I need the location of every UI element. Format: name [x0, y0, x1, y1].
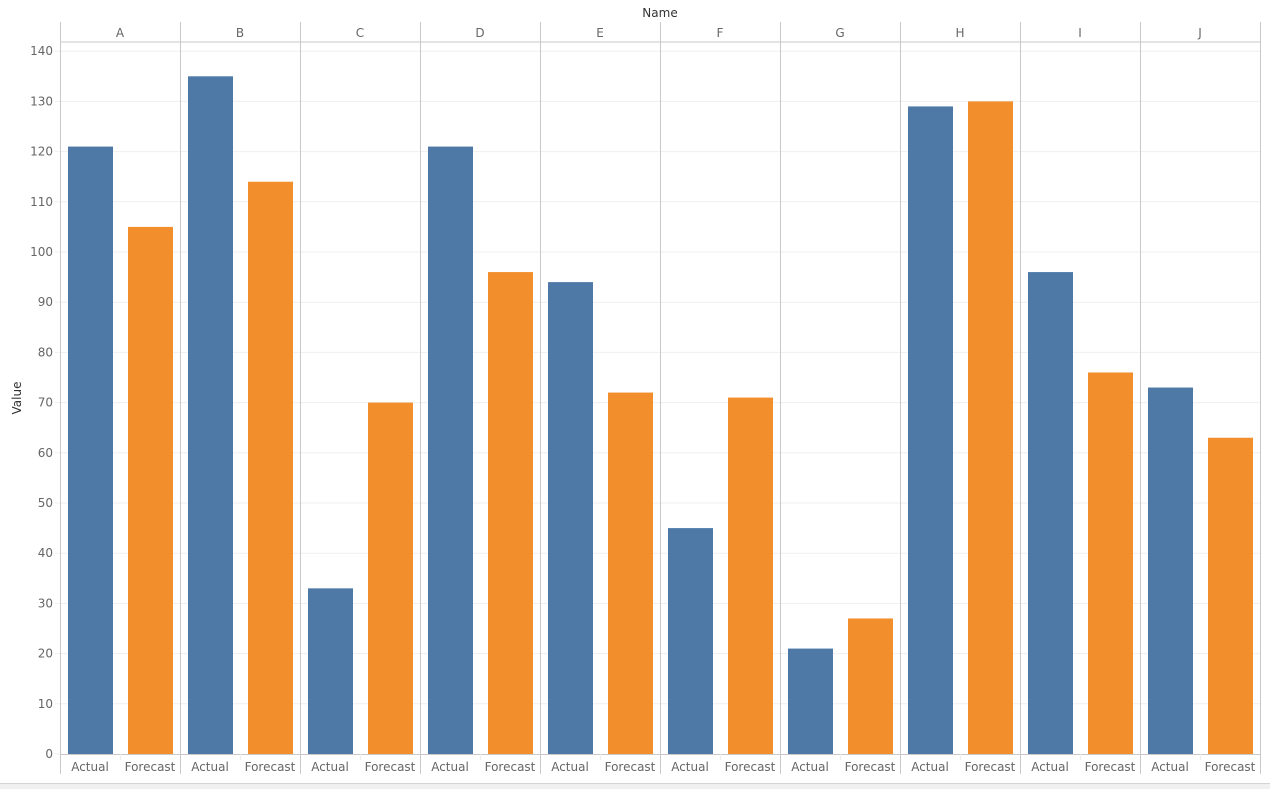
bar-j-forecast — [1208, 437, 1253, 754]
column-header-title: Name — [642, 6, 677, 20]
y-tick-label: 140 — [30, 44, 53, 58]
x-tick-label: Forecast — [1085, 760, 1136, 774]
x-tick-label: Forecast — [485, 760, 536, 774]
column-header-g: G — [835, 26, 844, 40]
bar-f-actual — [668, 528, 713, 754]
column-header-j: J — [1197, 26, 1202, 40]
x-tick-label: Actual — [431, 760, 469, 774]
bar-e-forecast — [608, 392, 653, 754]
chart-root: Name Value 0 10 20 30 40 50 60 70 80 90 100 110 120 1… — [0, 0, 1270, 789]
x-tick-label: Actual — [791, 760, 829, 774]
y-tick-label: 20 — [38, 647, 53, 661]
column-header-i: I — [1078, 26, 1082, 40]
bar-d-actual — [428, 146, 473, 754]
y-tick-label: 110 — [30, 195, 53, 209]
y-axis-ticks: 0 10 20 30 40 50 60 70 80 90 100 110 120 130 140 — [30, 44, 60, 761]
y-tick-label: 100 — [30, 245, 53, 259]
scrollbar-track — [0, 783, 1270, 789]
bar-chart: Name Value 0 10 20 30 40 50 60 70 80 90 100 110 120 1… — [10, 6, 1261, 774]
bar-b-forecast — [248, 181, 293, 755]
x-tick-label: Forecast — [845, 760, 896, 774]
bar-a-actual — [68, 146, 113, 754]
bar-c-forecast — [368, 402, 413, 754]
column-header-e: E — [596, 26, 604, 40]
bar-g-forecast — [848, 618, 893, 754]
x-axis-labels: Actual Forecast Actual Forecast Actual Foreca… — [71, 754, 1256, 774]
column-header-a: A — [116, 26, 125, 40]
y-tick-label: 120 — [30, 145, 53, 159]
x-tick-label: Actual — [1151, 760, 1189, 774]
x-tick-label: Forecast — [125, 760, 176, 774]
x-tick-label: Forecast — [965, 760, 1016, 774]
y-tick-label: 40 — [38, 546, 53, 560]
panels: A B C D E F G H I J — [60, 22, 1261, 774]
bar-c-actual — [308, 588, 353, 754]
y-tick-label: 50 — [38, 496, 53, 510]
bar-b-actual — [188, 76, 233, 755]
column-header-d: D — [475, 26, 484, 40]
y-tick-label: 60 — [38, 446, 53, 460]
y-axis-label: Value — [10, 382, 24, 415]
column-header-b: B — [236, 26, 244, 40]
x-tick-label: Forecast — [1205, 760, 1256, 774]
column-header-c: C — [356, 26, 364, 40]
bar-h-actual — [908, 106, 953, 755]
x-tick-label: Forecast — [725, 760, 776, 774]
column-header-h: H — [955, 26, 964, 40]
bar-d-forecast — [488, 272, 533, 754]
y-tick-label: 130 — [30, 94, 53, 108]
column-header-f: F — [717, 26, 724, 40]
x-tick-label: Actual — [671, 760, 709, 774]
bar-i-actual — [1028, 272, 1073, 754]
x-tick-label: Actual — [71, 760, 109, 774]
bar-e-actual — [548, 282, 593, 754]
x-tick-label: Actual — [311, 760, 349, 774]
bar-f-forecast — [728, 397, 773, 754]
x-tick-label: Actual — [911, 760, 949, 774]
bar-h-forecast — [968, 101, 1013, 754]
x-tick-label: Actual — [551, 760, 589, 774]
x-tick-label: Actual — [191, 760, 229, 774]
y-tick-label: 0 — [45, 747, 53, 761]
y-tick-label: 80 — [38, 345, 53, 359]
y-tick-label: 30 — [38, 596, 53, 610]
bar-i-forecast — [1088, 372, 1133, 754]
y-tick-label: 70 — [38, 396, 53, 410]
x-tick-label: Forecast — [245, 760, 296, 774]
bar-g-actual — [788, 648, 833, 754]
y-tick-label: 90 — [38, 295, 53, 309]
x-tick-label: Actual — [1031, 760, 1069, 774]
y-tick-label: 10 — [38, 697, 53, 711]
x-tick-label: Forecast — [365, 760, 416, 774]
x-tick-label: Forecast — [605, 760, 656, 774]
bar-j-actual — [1148, 387, 1193, 754]
bar-a-forecast — [128, 226, 173, 754]
